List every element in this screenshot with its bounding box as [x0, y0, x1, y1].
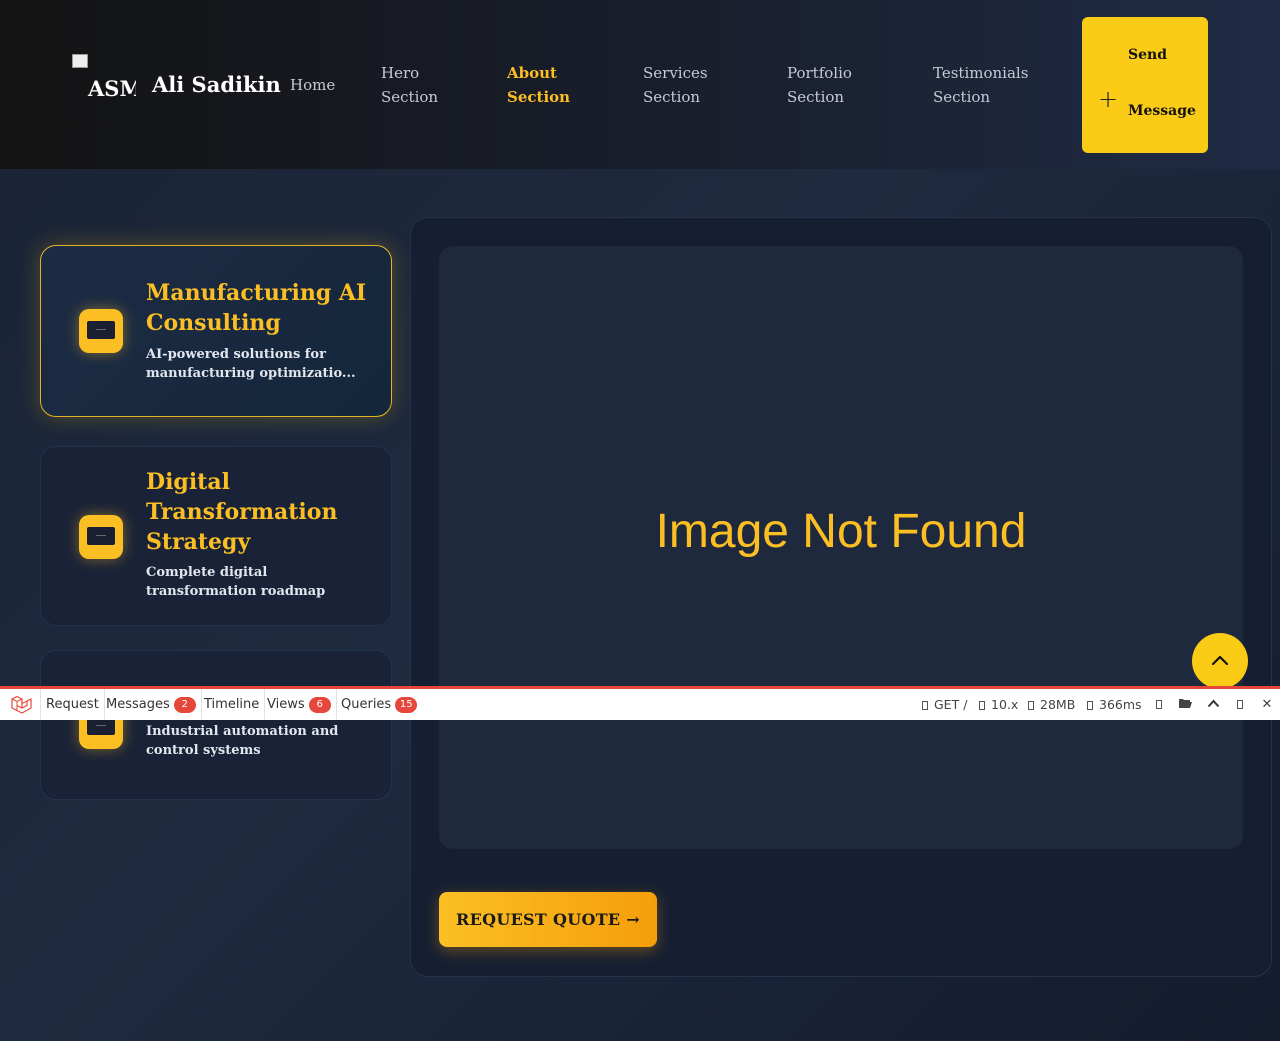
- service-description: Industrial automation and control system…: [146, 724, 339, 758]
- nav-hero-label-line2: Section: [381, 88, 439, 106]
- debug-version: 10.x: [979, 689, 1018, 720]
- restore-icon[interactable]: [1231, 689, 1249, 720]
- nav-about-section[interactable]: About Section: [507, 61, 570, 109]
- nav-hero-section[interactable]: Hero Section: [381, 61, 438, 109]
- debug-memory-text: 28MB: [1040, 697, 1076, 712]
- broken-image-icon: [72, 54, 88, 68]
- laravel-logo-icon[interactable]: [10, 695, 32, 715]
- nav-hero-label-line1: Hero: [381, 64, 420, 82]
- nav-services-section[interactable]: Services Section: [643, 61, 708, 109]
- chevron-up-icon: [1211, 655, 1229, 666]
- site-header: ASM Ali Sadikin Home Hero Section About …: [0, 0, 1280, 169]
- service-description: Complete digital transformation roadmap: [146, 565, 326, 599]
- service-card-industrial-automation[interactable]: Industrial automation and control system…: [40, 650, 392, 800]
- debug-tab-messages[interactable]: Messages 2: [101, 689, 202, 720]
- debug-tab-label: Queries: [341, 697, 392, 712]
- debug-route-text: GET /: [934, 697, 968, 712]
- debug-tab-label: Timeline: [204, 697, 260, 712]
- service-image-placeholder: Image Not Found: [439, 246, 1243, 849]
- scroll-to-top-button[interactable]: [1192, 633, 1248, 689]
- debug-tab-label: Messages: [106, 697, 170, 712]
- brand-name[interactable]: Ali Sadikin: [152, 72, 281, 97]
- nav-services-label-line2: Section: [643, 88, 701, 106]
- debug-route[interactable]: GET /: [922, 689, 967, 720]
- service-description: AI-powered solutions for manufacturing o…: [146, 347, 356, 381]
- service-title: Manufacturing AI Consulting: [146, 280, 367, 336]
- debug-tab-views[interactable]: Views 6: [262, 689, 337, 720]
- cogs-icon: [1028, 701, 1034, 710]
- nav-home[interactable]: Home: [290, 73, 335, 97]
- share-icon: [922, 701, 928, 710]
- nav-portfolio-label-line2: Section: [787, 88, 845, 106]
- debug-tab-request[interactable]: Request: [40, 689, 105, 720]
- nav-testimonials-label-line2: Section: [933, 88, 991, 106]
- clock-icon: [1087, 701, 1093, 710]
- debug-tab-queries[interactable]: Queries 15: [336, 689, 422, 720]
- folder-open-icon[interactable]: [1176, 689, 1194, 720]
- nav-home-label: Home: [290, 76, 336, 94]
- flag-icon: [979, 701, 985, 710]
- nav-portfolio-section[interactable]: Portfolio Section: [787, 61, 852, 109]
- debug-bar: Request Messages 2 Timeline Views 6 Querie…: [0, 686, 1280, 720]
- nav-about-label-line1: About: [507, 64, 557, 82]
- chevron-up-icon[interactable]: [1204, 689, 1222, 720]
- send-message-label-line1: Send: [1128, 47, 1167, 63]
- logo-alt-text: ASM: [88, 76, 136, 101]
- nav-services-label-line1: Services: [643, 64, 708, 82]
- debug-badge: 6: [308, 697, 331, 713]
- logo-image[interactable]: ASM: [72, 54, 136, 104]
- plus-icon: +: [1098, 85, 1119, 113]
- request-quote-button[interactable]: REQUEST QUOTE →: [439, 892, 657, 947]
- service-title: Digital Transformation Strategy: [146, 469, 338, 555]
- monitor-icon: [79, 309, 123, 353]
- send-message-button[interactable]: + Send Message: [1082, 17, 1208, 153]
- monitor-icon: [79, 515, 123, 559]
- service-card-manufacturing-ai[interactable]: Manufacturing AI Consulting AI-powered s…: [40, 245, 392, 417]
- nav-about-label-line2: Section: [507, 88, 571, 106]
- service-card-digital-transformation[interactable]: Digital Transformation Strategy Complete…: [40, 446, 392, 626]
- debug-memory: 28MB: [1028, 689, 1075, 720]
- send-message-label-line2: Message: [1128, 103, 1196, 119]
- debug-tab-label: Request: [46, 697, 99, 712]
- debug-badge: 2: [173, 697, 196, 713]
- nav-testimonials-section[interactable]: Testimonials Section: [933, 61, 1028, 109]
- debug-badge: 15: [395, 697, 418, 713]
- close-icon[interactable]: ✕: [1258, 689, 1276, 720]
- debug-version-text: 10.x: [991, 697, 1019, 712]
- debug-tab-label: Views: [267, 697, 305, 712]
- nav-testimonials-label-line1: Testimonials: [933, 64, 1029, 82]
- nav-portfolio-label-line1: Portfolio: [787, 64, 852, 82]
- debug-tab-timeline[interactable]: Timeline: [199, 689, 266, 720]
- debug-time-text: 366ms: [1099, 697, 1142, 712]
- image-not-found-text: Image Not Found: [655, 504, 1027, 558]
- maximize-icon[interactable]: [1150, 689, 1168, 720]
- debug-time: 366ms: [1087, 689, 1142, 720]
